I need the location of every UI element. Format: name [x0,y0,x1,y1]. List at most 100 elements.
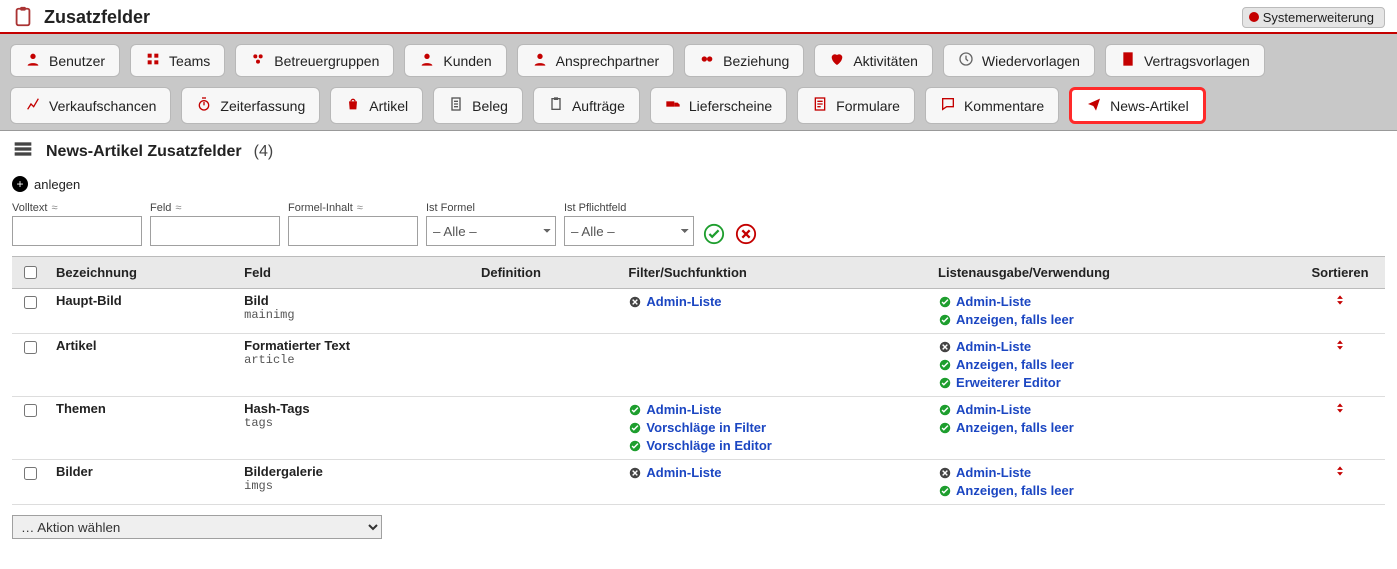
cell-feld-name: Hash-Tags [244,401,465,416]
status-tag[interactable]: Admin-Liste [938,338,1287,356]
tab-label: Vertragsvorlagen [1144,53,1250,69]
status-tag[interactable]: Admin-Liste [628,293,922,311]
tab-artikel[interactable]: Artikel [330,87,423,124]
status-tag[interactable]: Anzeigen, falls leer [938,311,1287,329]
tab-betreuergruppen[interactable]: Betreuergruppen [235,44,394,77]
group-icon [250,51,266,70]
row-checkbox[interactable] [24,467,37,480]
filter-pflicht-label: Ist Pflichtfeld [564,202,694,214]
status-tag[interactable]: Admin-Liste [628,464,922,482]
tab-teams[interactable]: Teams [130,44,225,77]
col-sortieren[interactable]: Sortieren [1295,257,1385,289]
cell-filter: Admin-Liste [620,289,930,334]
tab-label: Betreuergruppen [274,53,379,69]
tab-verkaufschancen[interactable]: Verkaufschancen [10,87,171,124]
system-extension-badge[interactable]: Systemerweiterung [1242,7,1385,28]
cell-feld-code: imgs [244,479,465,493]
tab-aktivitaeten[interactable]: Aktivitäten [814,44,933,77]
col-filter[interactable]: Filter/Suchfunktion [620,257,930,289]
col-feld[interactable]: Feld [236,257,473,289]
cell-listen: Admin-ListeAnzeigen, falls leer [930,397,1295,460]
status-tag[interactable]: Anzeigen, falls leer [938,482,1287,500]
clock-icon [958,51,974,70]
pair-icon [699,51,715,70]
tab-label: Teams [169,53,210,69]
status-tag[interactable]: Vorschläge in Editor [628,437,922,455]
tab-label: Aktivitäten [853,53,918,69]
status-tag[interactable]: Anzeigen, falls leer [938,419,1287,437]
chart-icon [25,96,41,115]
status-tag[interactable]: Admin-Liste [938,293,1287,311]
status-tag[interactable]: Vorschläge in Filter [628,419,922,437]
tab-beleg[interactable]: Beleg [433,87,523,124]
tab-zeiterfassung[interactable]: Zeiterfassung [181,87,320,124]
tab-label: Beleg [472,98,508,114]
tab-news-artikel[interactable]: News-Artikel [1069,87,1206,124]
filter-pflicht-select[interactable]: – Alle – [564,216,694,246]
filter-volltext-input[interactable] [12,216,142,246]
bulk-action-select[interactable]: … Aktion wählen [12,515,382,539]
row-checkbox[interactable] [24,341,37,354]
cell-filter: Admin-ListeVorschläge in FilterVorschläg… [620,397,930,460]
tab-label: Formulare [836,98,900,114]
sort-handle[interactable] [1333,340,1347,355]
filter-formel-input[interactable] [288,216,418,246]
status-tag[interactable]: Anzeigen, falls leer [938,356,1287,374]
tab-kunden[interactable]: Kunden [404,44,506,77]
cell-bezeichnung: Themen [56,401,106,416]
tab-auftraege[interactable]: Aufträge [533,87,640,124]
filter-istformel-select[interactable]: – Alle – [426,216,556,246]
apply-filter-button[interactable] [702,222,726,246]
tab-kommentare[interactable]: Kommentare [925,87,1059,124]
bag-icon [345,96,361,115]
col-listen[interactable]: Listenausgabe/Verwendung [930,257,1295,289]
status-tag[interactable]: Admin-Liste [628,401,922,419]
filter-feld-input[interactable] [150,216,280,246]
row-checkbox[interactable] [24,296,37,309]
cell-filter [620,334,930,397]
user-icon [532,51,548,70]
tab-label: Ansprechpartner [556,53,660,69]
status-tag[interactable]: Admin-Liste [938,464,1287,482]
user-icon [419,51,435,70]
create-button[interactable]: + anlegen [12,176,80,192]
tab-label: Lieferscheine [689,98,772,114]
row-checkbox[interactable] [24,404,37,417]
doc-icon [1120,51,1136,70]
cell-definition [473,397,620,460]
tab-formulare[interactable]: Formulare [797,87,915,124]
tab-label: Wiedervorlagen [982,53,1080,69]
sort-handle[interactable] [1333,466,1347,481]
clear-filter-button[interactable] [734,222,758,246]
status-tag[interactable]: Erweiterer Editor [938,374,1287,392]
sort-handle[interactable] [1333,403,1347,418]
tab-label: Verkaufschancen [49,98,156,114]
create-label: anlegen [34,177,80,192]
cell-feld-code: tags [244,416,465,430]
table-row: Bilder Bildergalerie imgs Admin-Liste Ad… [12,460,1385,505]
badge-text: Systemerweiterung [1263,10,1374,25]
team-icon [145,51,161,70]
tab-wiedervorlagen[interactable]: Wiedervorlagen [943,44,1095,77]
tab-vertragsvorlagen[interactable]: Vertragsvorlagen [1105,44,1265,77]
filter-feld-label: Feld [150,202,171,214]
col-bezeichnung[interactable]: Bezeichnung [48,257,236,289]
tab-ansprechpartner[interactable]: Ansprechpartner [517,44,675,77]
user-icon [25,51,41,70]
cell-bezeichnung: Bilder [56,464,93,479]
tab-label: Zeiterfassung [220,98,305,114]
tab-lieferscheine[interactable]: Lieferscheine [650,87,787,124]
tab-label: Kunden [443,53,491,69]
filter-formel-label: Formel-Inhalt [288,202,353,214]
badge-dot-icon [1249,12,1259,22]
cell-feld-name: Bildergalerie [244,464,465,479]
page-title: Zusatzfelder [44,7,150,28]
tab-benutzer[interactable]: Benutzer [10,44,120,77]
status-tag[interactable]: Admin-Liste [938,401,1287,419]
plus-icon: + [12,176,28,192]
col-definition[interactable]: Definition [473,257,620,289]
news-icon [1086,96,1102,115]
sort-handle[interactable] [1333,295,1347,310]
select-all-checkbox[interactable] [24,266,37,279]
tab-beziehung[interactable]: Beziehung [684,44,804,77]
